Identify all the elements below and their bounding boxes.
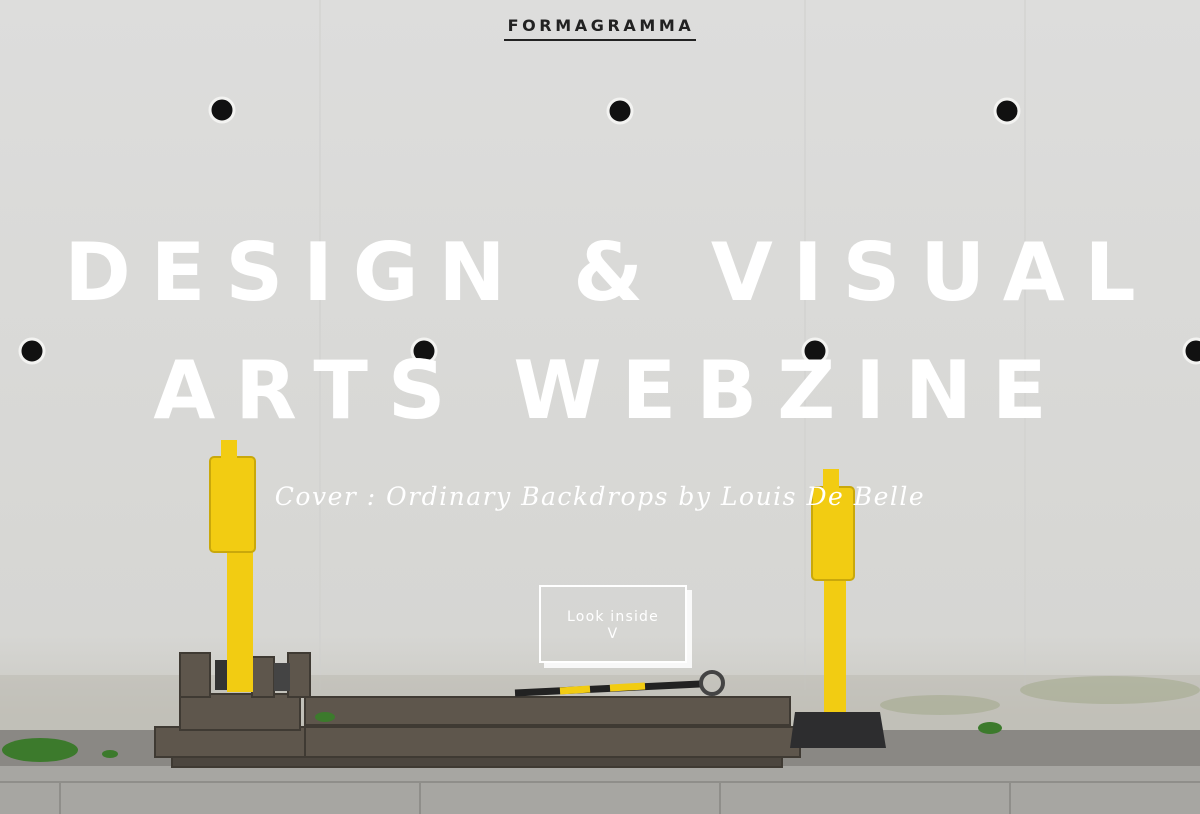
brand-logo-text[interactable]: FORMAGRAMMA: [503, 16, 697, 41]
hero-headline-line-1: DESIGN & VISUAL: [64, 226, 1156, 319]
hero-headline-line-2: ARTS WEBZINE: [153, 344, 1067, 437]
hero-headline: DESIGN & VISUAL ARTS WEBZINE: [0, 214, 1200, 450]
look-inside-label: Look inside: [567, 609, 659, 625]
brand-logo[interactable]: FORMAGRAMMA: [0, 16, 1200, 41]
look-inside-button[interactable]: Look inside V: [539, 585, 687, 663]
chevron-down-icon: V: [607, 626, 619, 642]
cover-credit: Cover : Ordinary Backdrops by Louis De B…: [274, 482, 926, 511]
